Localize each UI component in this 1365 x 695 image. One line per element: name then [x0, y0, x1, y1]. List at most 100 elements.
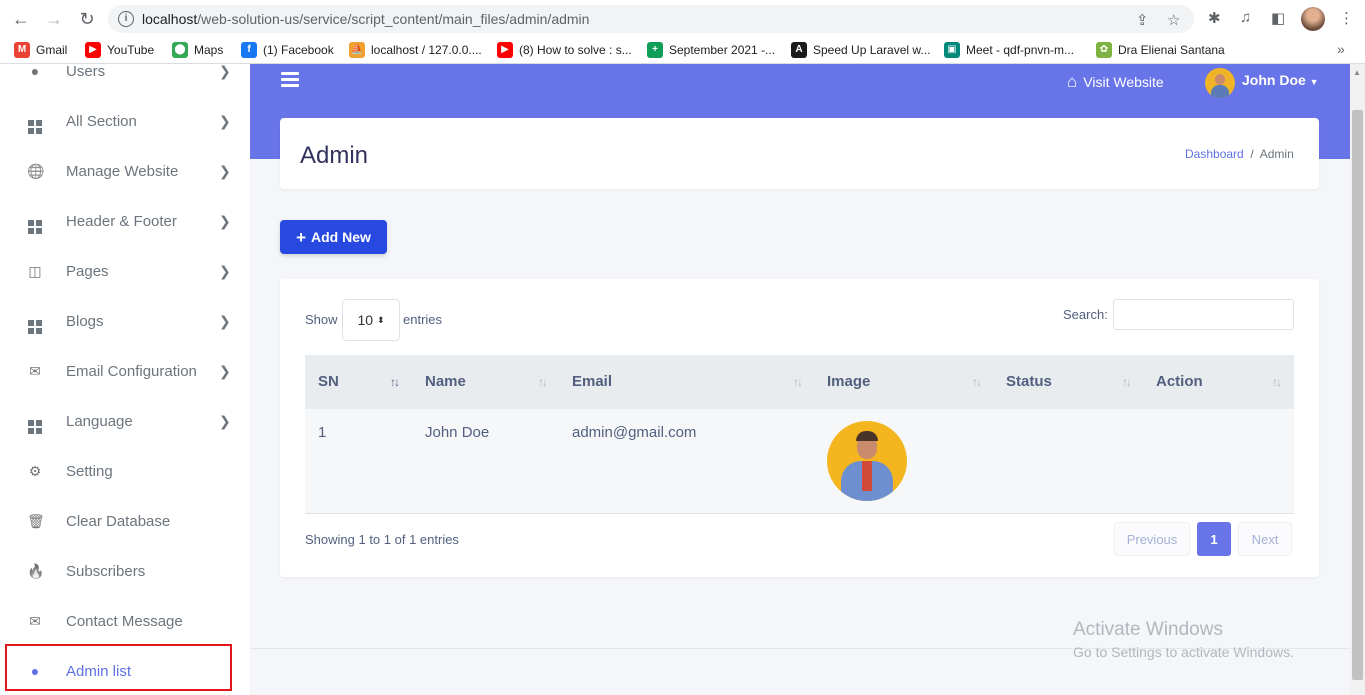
chevron-right-icon: ❯ — [219, 312, 231, 329]
sidebar-item-header-footer[interactable]: Header & Footer ❯ — [0, 196, 250, 246]
sidebar-item-language[interactable]: Language ❯ — [0, 396, 250, 446]
bookmark-item[interactable]: ✿ Dra Elienai Santana — [1096, 42, 1225, 58]
reload-icon[interactable]: ↻ — [76, 8, 98, 30]
sort-icon[interactable]: ↑↓ — [793, 375, 803, 389]
site-icon: ✿ — [1096, 42, 1112, 58]
bookmark-label: (8) How to solve : s... — [519, 43, 632, 57]
media-icon[interactable]: ♫ — [1240, 9, 1251, 26]
bookmark-item[interactable]: ▣ Meet - qdf-pnvn-m... — [944, 42, 1074, 58]
bookmark-item[interactable]: A Speed Up Laravel w... — [791, 42, 930, 58]
menu-kebab-icon[interactable]: ⋮ — [1339, 9, 1354, 27]
sort-icon[interactable]: ↑↓ — [972, 375, 982, 389]
sidepanel-icon[interactable]: ◧ — [1271, 9, 1285, 27]
back-icon[interactable]: ← — [10, 8, 32, 30]
scroll-up-icon[interactable]: ▲ — [1353, 68, 1361, 77]
sidebar-item-label: Subscribers — [66, 562, 146, 580]
sidebar-item-subscribers[interactable]: 🔥 Subscribers — [0, 546, 250, 596]
user-menu[interactable]: John Doe ▼ — [1242, 72, 1319, 88]
fire-icon: 🔥 — [27, 563, 45, 579]
breadcrumb-dashboard[interactable]: Dashboard — [1185, 147, 1244, 161]
entries-value: 10 — [357, 312, 374, 328]
scroll-thumb[interactable] — [1352, 110, 1363, 680]
hamburger-menu-icon[interactable] — [281, 72, 299, 90]
sidebar-item-email-configuration[interactable]: ✉ Email Configuration ❯ — [0, 346, 250, 396]
bookmark-item[interactable]: + September 2021 -... — [647, 42, 775, 58]
next-button[interactable]: Next — [1238, 522, 1292, 556]
admin-photo — [827, 421, 907, 501]
envelope-icon: ✉ — [29, 363, 41, 379]
sidebar-item-users[interactable]: ● Users ❯ — [0, 64, 250, 96]
sort-icon[interactable]: ↑↓ — [1272, 375, 1282, 389]
sort-icon[interactable]: ↑↓ — [538, 375, 548, 389]
page-title: Admin — [300, 142, 369, 169]
active-item-highlight — [5, 644, 232, 691]
column-header-sn[interactable]: SN — [318, 373, 339, 390]
share-icon[interactable]: ⇪ — [1136, 11, 1149, 29]
site-info-icon[interactable]: i — [118, 11, 134, 27]
sidebar-item-label: Language — [66, 412, 133, 430]
extensions-icon[interactable]: ✱ — [1208, 9, 1221, 27]
phpmyadmin-icon: ⛵ — [349, 42, 365, 58]
search-input[interactable] — [1113, 299, 1294, 330]
sidebar-item-clear-database[interactable]: 🗑 Clear Database — [0, 496, 250, 546]
visit-website-link[interactable]: ⌂ Visit Website — [1067, 72, 1164, 92]
chevron-right-icon: ❯ — [219, 112, 231, 129]
sidebar-item-label: Manage Website — [66, 162, 179, 180]
bookmark-label: Maps — [194, 43, 224, 57]
column-header-name[interactable]: Name — [425, 373, 466, 390]
sidebar-item-contact-message[interactable]: ✉ Contact Message — [0, 596, 250, 646]
forward-icon[interactable]: → — [43, 8, 65, 30]
sidebar: ● Users ❯ All Section ❯ 🌐 Manage Website ❯ Heade… — [0, 64, 250, 695]
grid-icon — [27, 113, 43, 134]
avatar[interactable] — [1205, 68, 1235, 98]
chevron-right-icon: ❯ — [219, 262, 231, 279]
previous-button[interactable]: Previous — [1114, 522, 1190, 556]
cell-name: John Doe — [425, 424, 490, 441]
sidebar-item-all-section[interactable]: All Section ❯ — [0, 96, 250, 146]
column-header-email[interactable]: Email — [572, 373, 612, 390]
bookmark-item[interactable]: f (1) Facebook — [241, 42, 334, 58]
cell-email: admin@gmail.com — [572, 424, 697, 441]
page-1-button[interactable]: 1 — [1197, 522, 1231, 556]
home-icon: ⌂ — [1067, 72, 1078, 91]
gear-icon: ⚙ — [28, 463, 42, 479]
youtube-icon: ▶ — [497, 42, 513, 58]
sidebar-item-label: Users — [66, 64, 106, 80]
sidebar-item-pages[interactable]: ◫ Pages ❯ — [0, 246, 250, 296]
select-arrows-icon: ⬍ — [377, 314, 385, 325]
sidebar-item-label: Email Configuration — [66, 362, 197, 380]
profile-avatar[interactable] — [1301, 7, 1325, 31]
bookmark-item[interactable]: ▶ (8) How to solve : s... — [497, 42, 632, 58]
sidebar-item-manage-website[interactable]: 🌐 Manage Website ❯ — [0, 146, 250, 196]
youtube-icon: ▶ — [85, 42, 101, 58]
address-bar[interactable]: i localhost/web-solution-us/service/scri… — [108, 5, 1194, 33]
column-header-action[interactable]: Action — [1156, 373, 1203, 390]
entries-select[interactable]: 10 ⬍ — [342, 299, 400, 341]
add-new-button[interactable]: + Add New — [280, 220, 387, 254]
bookmark-item[interactable]: M Gmail — [14, 42, 67, 58]
gmail-icon: M — [14, 42, 30, 58]
bookmark-label: Speed Up Laravel w... — [813, 43, 931, 57]
bookmark-label: Dra Elienai Santana — [1118, 43, 1225, 57]
search-label: Search: — [1063, 307, 1108, 322]
column-header-image[interactable]: Image — [827, 373, 870, 390]
column-header-status[interactable]: Status — [1006, 373, 1052, 390]
sidebar-item-blogs[interactable]: Blogs ❯ — [0, 296, 250, 346]
breadcrumb-current: Admin — [1259, 147, 1294, 161]
columns-icon: ◫ — [28, 263, 42, 279]
entries-label: entries — [403, 312, 443, 327]
add-new-label: Add New — [311, 229, 371, 245]
meet-icon: ▣ — [944, 42, 960, 58]
browser-toolbar: ← → ↻ i localhost/web-solution-us/servic… — [0, 0, 1365, 38]
bookmark-item[interactable]: ⛵ localhost / 127.0.0.... — [349, 42, 482, 58]
bookmark-item[interactable]: ▶ YouTube — [85, 42, 154, 58]
sidebar-item-label: Clear Database — [66, 512, 171, 530]
star-icon[interactable]: ☆ — [1167, 11, 1180, 29]
sidebar-item-setting[interactable]: ⚙ Setting — [0, 446, 250, 496]
windows-watermark-subtitle: Go to Settings to activate Windows. — [1073, 644, 1294, 660]
sort-icon[interactable]: ↑↓ — [1122, 375, 1132, 389]
sidebar-item-label: All Section — [66, 112, 137, 130]
sort-icon[interactable]: ↑↓ — [390, 375, 400, 389]
bookmarks-more-icon[interactable]: » — [1337, 41, 1345, 57]
bookmark-item[interactable]: ⬤ Maps — [172, 42, 223, 58]
